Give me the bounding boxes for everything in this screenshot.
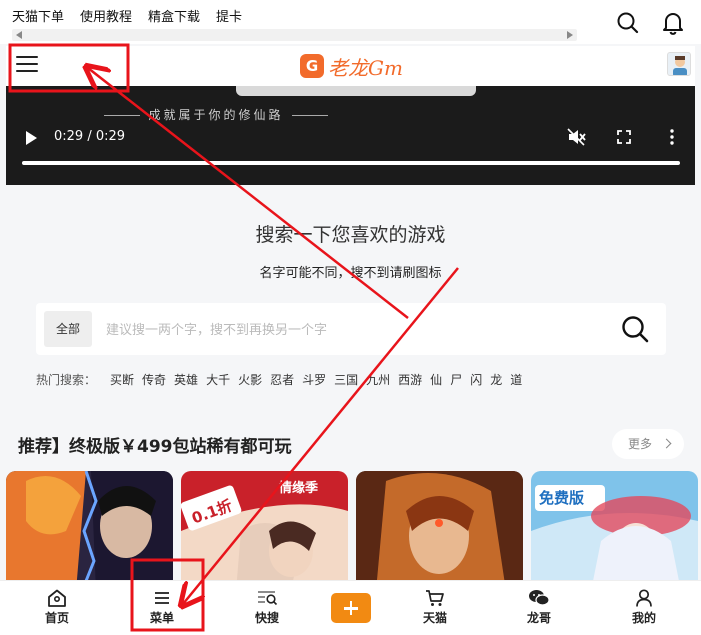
video-banner-graphic xyxy=(236,86,476,96)
search-input[interactable]: 建议搜一两个字，搜不到再换另一个字 xyxy=(106,319,327,338)
mute-icon[interactable] xyxy=(566,127,586,147)
game-card[interactable] xyxy=(6,471,173,591)
nav-menu[interactable]: 菜单 xyxy=(132,585,192,626)
top-link-box-download[interactable]: 精盒下载 xyxy=(148,6,200,25)
nav-mine[interactable]: 我的 xyxy=(614,585,674,626)
bell-icon[interactable] xyxy=(660,10,686,36)
hot-term[interactable]: 道 xyxy=(510,371,522,388)
app-page: 天猫下单 使用教程 精盒下载 提卡 G 老龙Gm 成就属于你的修仙路 0:29 … xyxy=(0,0,701,635)
hot-term[interactable]: 尸 xyxy=(450,371,462,388)
search-icon[interactable] xyxy=(615,10,641,36)
nav-quick-search-label: 快搜 xyxy=(254,611,279,625)
app-header: G 老龙Gm xyxy=(6,46,695,86)
recommend-title: 推荐】终极版￥499包站稀有都可玩 xyxy=(18,437,292,457)
nav-quick-search[interactable]: 快搜 xyxy=(237,585,297,626)
logo[interactable]: G 老龙Gm xyxy=(300,51,403,81)
user-icon xyxy=(636,589,652,607)
game-list: 0.1折 情缘季 免费版 xyxy=(6,471,701,591)
video-banner-text: 成就属于你的修仙路 xyxy=(6,106,426,123)
more-options-icon[interactable] xyxy=(662,127,682,147)
game-tag: 情缘季 xyxy=(279,481,319,496)
fullscreen-icon[interactable] xyxy=(614,127,634,147)
hot-term[interactable]: 西游 xyxy=(398,371,422,388)
logo-text: 老龙Gm xyxy=(328,55,403,80)
hot-term[interactable]: 斗罗 xyxy=(302,371,326,388)
nav-mine-label: 我的 xyxy=(631,611,656,625)
nav-home[interactable]: 首页 xyxy=(27,585,87,626)
hot-term[interactable]: 九州 xyxy=(366,371,390,388)
cart-icon xyxy=(426,590,444,606)
wechat-icon xyxy=(529,590,550,606)
game-card[interactable]: 免费版 xyxy=(531,471,698,591)
hot-term[interactable]: 忍者 xyxy=(270,371,294,388)
video-progress-bar[interactable] xyxy=(22,161,680,165)
video-player[interactable]: 成就属于你的修仙路 0:29 / 0:29 xyxy=(6,86,695,185)
nav-home-label: 首页 xyxy=(44,611,69,625)
more-button[interactable]: 更多 xyxy=(612,429,684,459)
search-scope-select[interactable]: 全部 xyxy=(44,311,92,347)
bottom-nav: 首页 菜单 快搜 天猫 龙哥 我的 xyxy=(0,580,701,635)
nav-longge-label: 龙哥 xyxy=(526,611,551,625)
top-link-tutorial[interactable]: 使用教程 xyxy=(80,6,132,25)
search-box: 全部 建议搜一两个字，搜不到再换另一个字 xyxy=(36,303,666,355)
add-button[interactable] xyxy=(331,593,371,623)
horizontal-scrollbar[interactable] xyxy=(12,29,577,41)
game-card[interactable] xyxy=(356,471,523,591)
hot-term[interactable]: 闪 xyxy=(470,371,482,388)
search-subtitle: 名字可能不同，搜不到请刷图标 xyxy=(259,266,442,281)
game-card[interactable]: 0.1折 情缘季 xyxy=(181,471,348,591)
hot-term[interactable]: 传奇 xyxy=(142,371,166,388)
play-icon[interactable] xyxy=(26,131,37,145)
nav-tmall-label: 天猫 xyxy=(422,611,447,625)
top-links: 天猫下单 使用教程 精盒下载 提卡 xyxy=(12,6,242,25)
hot-search-list: 热门搜索： 买断 传奇 英雄 大千 火影 忍者 斗罗 三国 九州 西游 仙 尸 … xyxy=(36,371,522,388)
hot-term[interactable]: 三国 xyxy=(334,371,358,388)
search-title: 搜索一下您喜欢的游戏 xyxy=(255,224,446,246)
home-icon xyxy=(48,589,66,607)
menu-icon xyxy=(155,592,169,604)
scroll-left-arrow-icon[interactable] xyxy=(16,31,22,39)
top-link-get-card[interactable]: 提卡 xyxy=(216,6,242,25)
menu-icon[interactable] xyxy=(16,56,38,74)
avatar[interactable] xyxy=(667,52,691,76)
hot-search-label: 热门搜索： xyxy=(36,373,97,387)
hot-term[interactable]: 龙 xyxy=(490,371,502,388)
scroll-right-arrow-icon[interactable] xyxy=(567,31,573,39)
top-link-tmall-order[interactable]: 天猫下单 xyxy=(12,6,64,25)
quick-search-icon xyxy=(258,591,278,606)
hot-term[interactable]: 火影 xyxy=(238,371,262,388)
hot-term[interactable]: 英雄 xyxy=(174,371,198,388)
hot-term[interactable]: 大千 xyxy=(206,371,230,388)
logo-mark: G xyxy=(300,54,324,78)
hot-term[interactable]: 买断 xyxy=(110,371,134,388)
top-link-bar: 天猫下单 使用教程 精盒下载 提卡 xyxy=(0,0,701,44)
search-submit-icon[interactable] xyxy=(620,314,650,344)
nav-longge[interactable]: 龙哥 xyxy=(509,585,569,626)
video-time: 0:29 / 0:29 xyxy=(54,129,126,144)
game-badge: 免费版 xyxy=(539,489,585,507)
nav-menu-label: 菜单 xyxy=(149,611,174,625)
nav-tmall[interactable]: 天猫 xyxy=(405,585,465,626)
hot-term[interactable]: 仙 xyxy=(430,371,442,388)
